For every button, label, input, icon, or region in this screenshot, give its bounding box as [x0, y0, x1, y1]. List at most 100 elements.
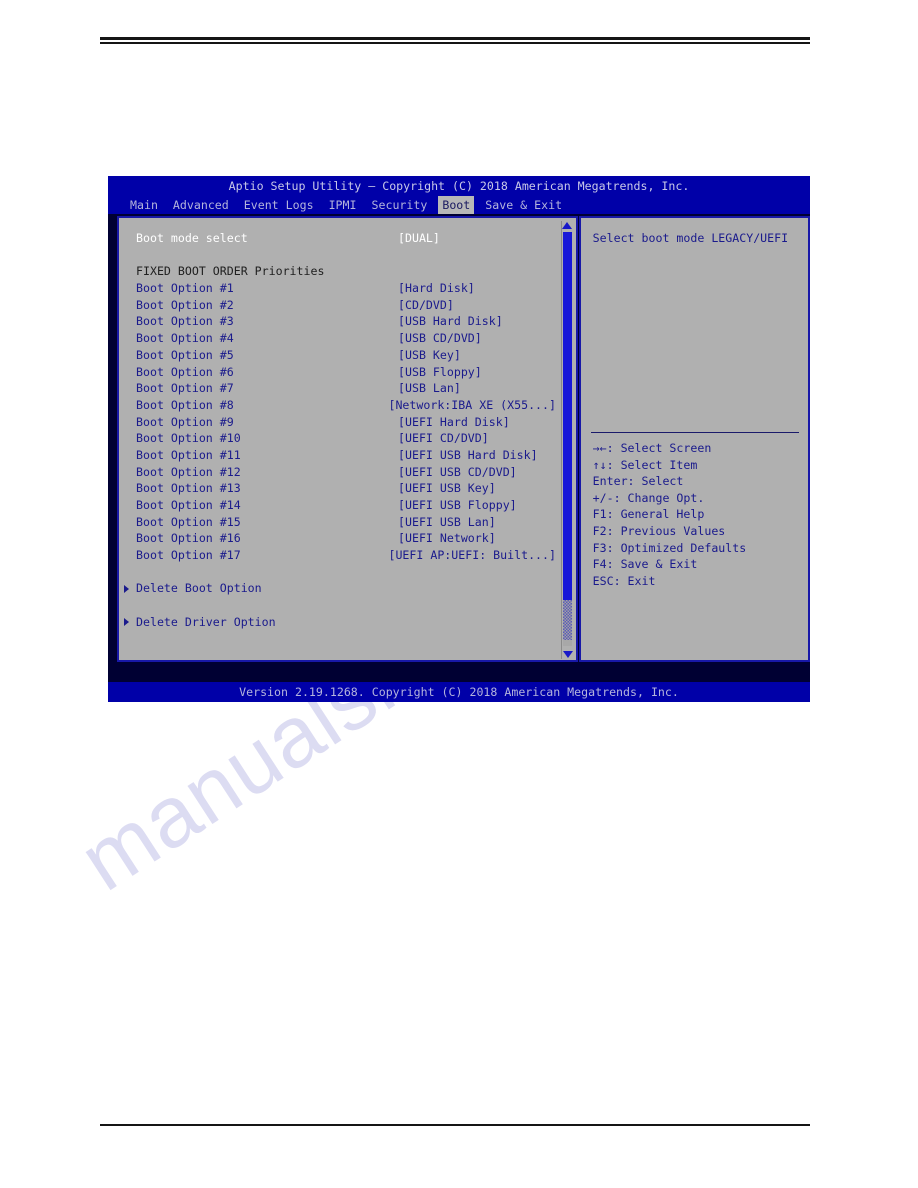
bios-title: Aptio Setup Utility – Copyright (C) 2018…: [108, 176, 810, 196]
submenu-delete-driver-option[interactable]: Delete Driver Option: [124, 614, 556, 631]
help-description: Select boot mode LEGACY/UEFI: [592, 231, 789, 245]
boot-option-row[interactable]: Boot Option #17 [UEFI AP:UEFI: Built...]: [136, 547, 556, 564]
bios-footer-version: Version 2.19.1268. Copyright (C) 2018 Am…: [108, 682, 810, 702]
menu-tab-save-exit[interactable]: Save & Exit: [481, 196, 566, 214]
boot-mode-select-label: Boot mode select: [136, 231, 248, 246]
boot-option-label: Boot Option #6: [136, 364, 234, 379]
boot-option-row[interactable]: Boot Option #4 [USB CD/DVD]: [136, 330, 556, 347]
boot-option-label: Boot Option #9: [136, 414, 234, 429]
boot-option-row[interactable]: Boot Option #5 [USB Key]: [136, 347, 556, 364]
row-spacer-2: [136, 564, 556, 581]
legend-row: ESC: Exit: [592, 573, 656, 588]
menu-tab-main[interactable]: Main: [126, 196, 162, 214]
boot-option-row[interactable]: Boot Option #6 [USB Floppy]: [136, 364, 556, 381]
fixed-boot-order-heading: FIXED BOOT ORDER Priorities: [136, 264, 325, 279]
boot-option-row[interactable]: Boot Option #15 [UEFI USB Lan]: [136, 514, 556, 531]
boot-option-label: Boot Option #7: [136, 381, 234, 396]
scrollbar-track[interactable]: [562, 232, 572, 646]
boot-option-value[interactable]: [CD/DVD]: [398, 297, 454, 314]
boot-option-label: Boot Option #17: [136, 548, 241, 563]
submenu-arrow-icon: [124, 618, 129, 627]
submenu-arrow-icon: [124, 584, 129, 593]
boot-option-value[interactable]: [USB Key]: [398, 347, 461, 364]
scrollbar-thumb[interactable]: [562, 232, 572, 600]
boot-option-label: Boot Option #12: [136, 464, 241, 479]
boot-option-value[interactable]: [UEFI Hard Disk]: [398, 414, 510, 431]
menu-tab-security[interactable]: Security: [368, 196, 432, 214]
menu-tab-event-logs[interactable]: Event Logs: [240, 196, 318, 214]
legend-row: F3: Optimized Defaults: [592, 540, 747, 555]
submenu-list: Delete Boot Option Delete Driver Option: [124, 580, 556, 631]
boot-option-row[interactable]: Boot Option #16 [UEFI Network]: [136, 530, 556, 547]
row-spacer: [136, 247, 556, 264]
boot-option-value[interactable]: [USB Floppy]: [398, 364, 482, 381]
boot-option-label: Boot Option #15: [136, 514, 241, 529]
boot-option-label: Boot Option #3: [136, 314, 234, 329]
bios-menu-bar: Main Advanced Event Logs IPMI Security Boot Sa…: [108, 196, 810, 214]
boot-option-label: Boot Option #16: [136, 531, 241, 546]
boot-option-row[interactable]: Boot Option #13 [UEFI USB Key]: [136, 480, 556, 497]
scroll-up-arrow-icon[interactable]: [562, 222, 573, 229]
help-divider: [590, 432, 799, 433]
boot-option-label: Boot Option #5: [136, 347, 234, 362]
help-panel: Select boot mode LEGACY/UEFI →←: Select …: [578, 216, 810, 662]
submenu-label: Delete Boot Option: [136, 581, 262, 596]
legend-row: F1: General Help: [592, 507, 705, 522]
legend-row: ↑↓: Select Item: [592, 457, 698, 472]
boot-option-row[interactable]: Boot Option #3 [USB Hard Disk]: [136, 313, 556, 330]
boot-option-row[interactable]: Boot Option #2 [CD/DVD]: [136, 297, 556, 314]
page-rule-bottom: [100, 1124, 810, 1126]
submenu-delete-boot-option[interactable]: Delete Boot Option: [124, 580, 556, 597]
legend-row: →←: Select Screen: [592, 441, 712, 455]
boot-option-label: Boot Option #10: [136, 431, 241, 446]
boot-option-label: Boot Option #2: [136, 297, 234, 312]
scroll-down-arrow-icon[interactable]: [562, 651, 573, 658]
boot-option-row[interactable]: Boot Option #11 [UEFI USB Hard Disk]: [136, 447, 556, 464]
menu-tab-boot[interactable]: Boot: [438, 196, 475, 214]
scrollbar-dither: [562, 600, 572, 640]
submenu-label: Delete Driver Option: [136, 614, 276, 629]
boot-option-value[interactable]: [USB Hard Disk]: [398, 313, 503, 330]
boot-option-row[interactable]: Boot Option #7 [USB Lan]: [136, 380, 556, 397]
menu-tab-ipmi[interactable]: IPMI: [325, 196, 361, 214]
boot-option-value[interactable]: [UEFI USB Floppy]: [398, 497, 517, 514]
boot-mode-select-value[interactable]: [DUAL]: [398, 230, 440, 247]
legend-row: F4: Save & Exit: [592, 557, 698, 572]
boot-option-value[interactable]: [UEFI USB Hard Disk]: [398, 447, 538, 464]
legend-row: +/-: Change Opt.: [592, 490, 705, 505]
boot-option-row[interactable]: Boot Option #8 [Network:IBA XE (X55...]: [136, 397, 556, 414]
boot-option-label: Boot Option #13: [136, 481, 241, 496]
boot-settings-list: Boot mode select [DUAL] FIXED BOOT ORDER…: [124, 230, 556, 631]
page-rule-top: [100, 37, 810, 44]
boot-option-value[interactable]: [UEFI CD/DVD]: [398, 430, 489, 447]
boot-option-value[interactable]: [UEFI USB CD/DVD]: [398, 464, 517, 481]
boot-option-value[interactable]: [Hard Disk]: [398, 280, 475, 297]
boot-option-value[interactable]: [USB CD/DVD]: [398, 330, 482, 347]
boot-mode-select-row[interactable]: Boot mode select [DUAL]: [136, 230, 556, 247]
boot-option-label: Boot Option #14: [136, 498, 241, 513]
boot-option-value[interactable]: [UEFI USB Key]: [398, 480, 496, 497]
boot-option-value[interactable]: [UEFI USB Lan]: [398, 514, 496, 531]
bios-body: Boot mode select [DUAL] FIXED BOOT ORDER…: [108, 214, 810, 680]
row-spacer: [136, 597, 556, 614]
bios-setup-screen: Aptio Setup Utility – Copyright (C) 2018…: [108, 176, 810, 702]
boot-option-label: Boot Option #11: [136, 447, 241, 462]
legend-row: F2: Previous Values: [592, 523, 726, 538]
page-watermark: manualslive.com: [64, 472, 850, 1000]
boot-option-row[interactable]: Boot Option #1 [Hard Disk]: [136, 280, 556, 297]
boot-option-value[interactable]: [UEFI AP:UEFI: Built...]: [388, 547, 556, 564]
boot-option-value[interactable]: [UEFI Network]: [398, 530, 496, 547]
boot-option-value[interactable]: [USB Lan]: [398, 380, 461, 397]
boot-option-label: Boot Option #1: [136, 281, 234, 296]
boot-option-value[interactable]: [Network:IBA XE (X55...]: [388, 397, 556, 414]
boot-option-label: Boot Option #8: [136, 397, 234, 412]
boot-option-row[interactable]: Boot Option #9 [UEFI Hard Disk]: [136, 414, 556, 431]
boot-option-label: Boot Option #4: [136, 331, 234, 346]
boot-option-row[interactable]: Boot Option #14 [UEFI USB Floppy]: [136, 497, 556, 514]
boot-option-row[interactable]: Boot Option #12 [UEFI USB CD/DVD]: [136, 464, 556, 481]
key-legend: →←: Select Screen ↑↓: Select Item Enter: S…: [593, 440, 803, 589]
boot-panel-scrollbar[interactable]: [560, 221, 573, 659]
menu-tab-advanced[interactable]: Advanced: [169, 196, 233, 214]
legend-row: Enter: Select: [592, 474, 684, 489]
boot-option-row[interactable]: Boot Option #10 [UEFI CD/DVD]: [136, 430, 556, 447]
